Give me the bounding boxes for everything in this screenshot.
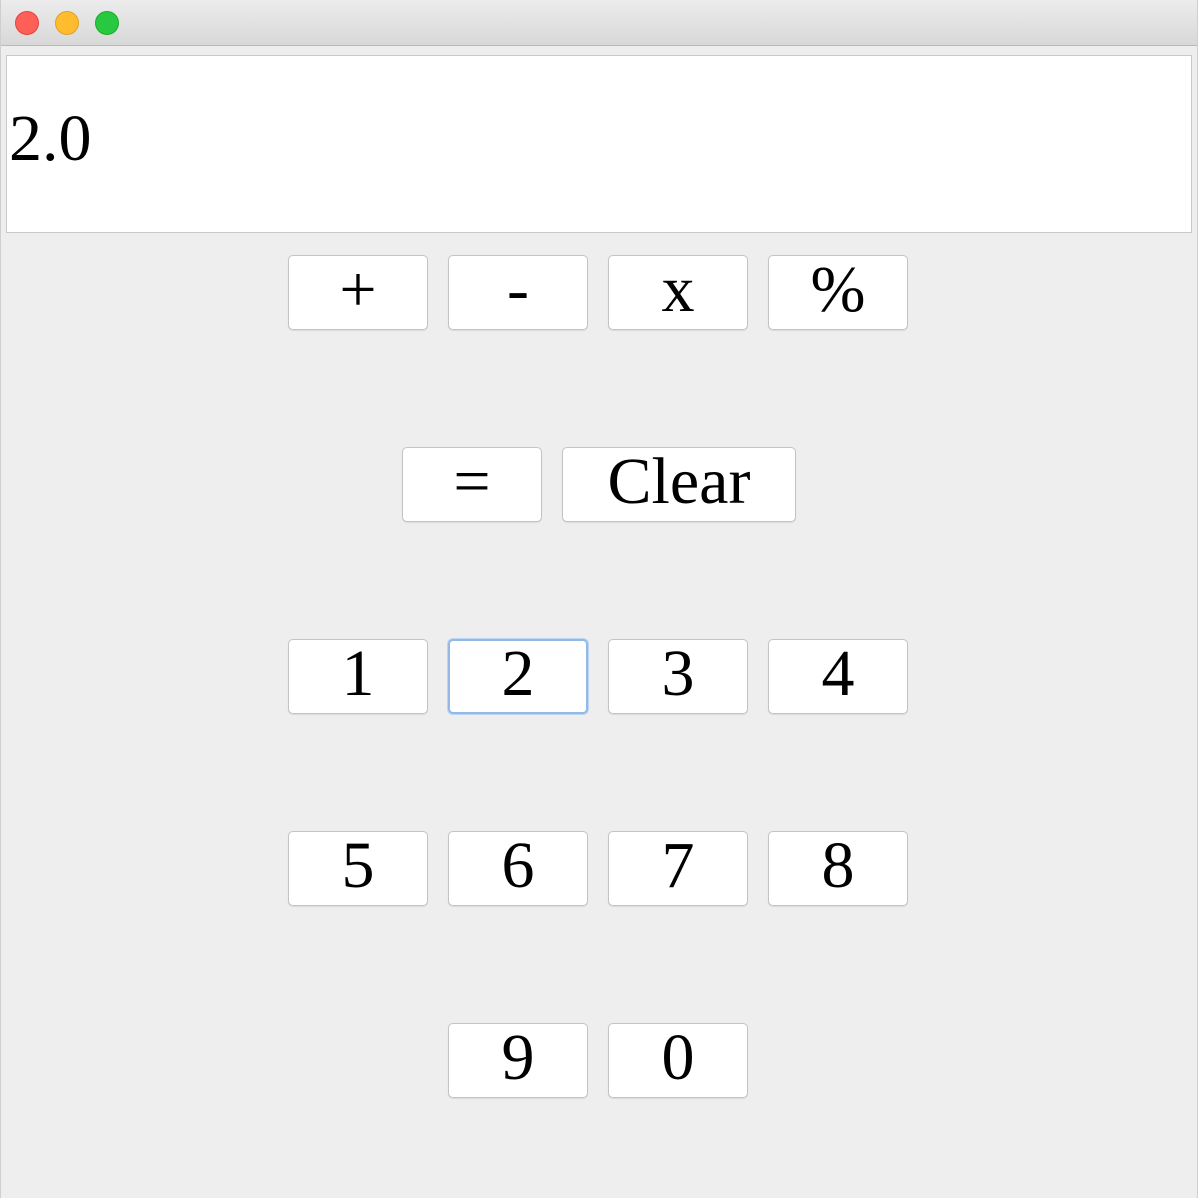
calculator-window: 2.0 + - x % = Clear 1 2 3 4 5 6 7 8 9 0 bbox=[0, 0, 1198, 1198]
percent-button[interactable]: % bbox=[768, 255, 908, 330]
digit-1-button[interactable]: 1 bbox=[288, 639, 428, 714]
digit-5-button[interactable]: 5 bbox=[288, 831, 428, 906]
digit-8-button[interactable]: 8 bbox=[768, 831, 908, 906]
digit-3-button[interactable]: 3 bbox=[608, 639, 748, 714]
zoom-window-button[interactable] bbox=[95, 11, 119, 35]
result-value: 2.0 bbox=[9, 102, 92, 175]
digit-2-button[interactable]: 2 bbox=[448, 639, 588, 714]
multiply-button[interactable]: x bbox=[608, 255, 748, 330]
digit-6-button[interactable]: 6 bbox=[448, 831, 588, 906]
clear-button[interactable]: Clear bbox=[562, 447, 796, 522]
title-bar[interactable] bbox=[1, 0, 1197, 46]
minimize-window-button[interactable] bbox=[55, 11, 79, 35]
equals-button[interactable]: = bbox=[402, 447, 542, 522]
digit-0-button[interactable]: 0 bbox=[608, 1023, 748, 1098]
digit-4-button[interactable]: 4 bbox=[768, 639, 908, 714]
close-window-button[interactable] bbox=[15, 11, 39, 35]
minus-button[interactable]: - bbox=[448, 255, 588, 330]
result-display[interactable]: 2.0 bbox=[6, 55, 1192, 233]
digit-9-button[interactable]: 9 bbox=[448, 1023, 588, 1098]
plus-button[interactable]: + bbox=[288, 255, 428, 330]
digit-7-button[interactable]: 7 bbox=[608, 831, 748, 906]
